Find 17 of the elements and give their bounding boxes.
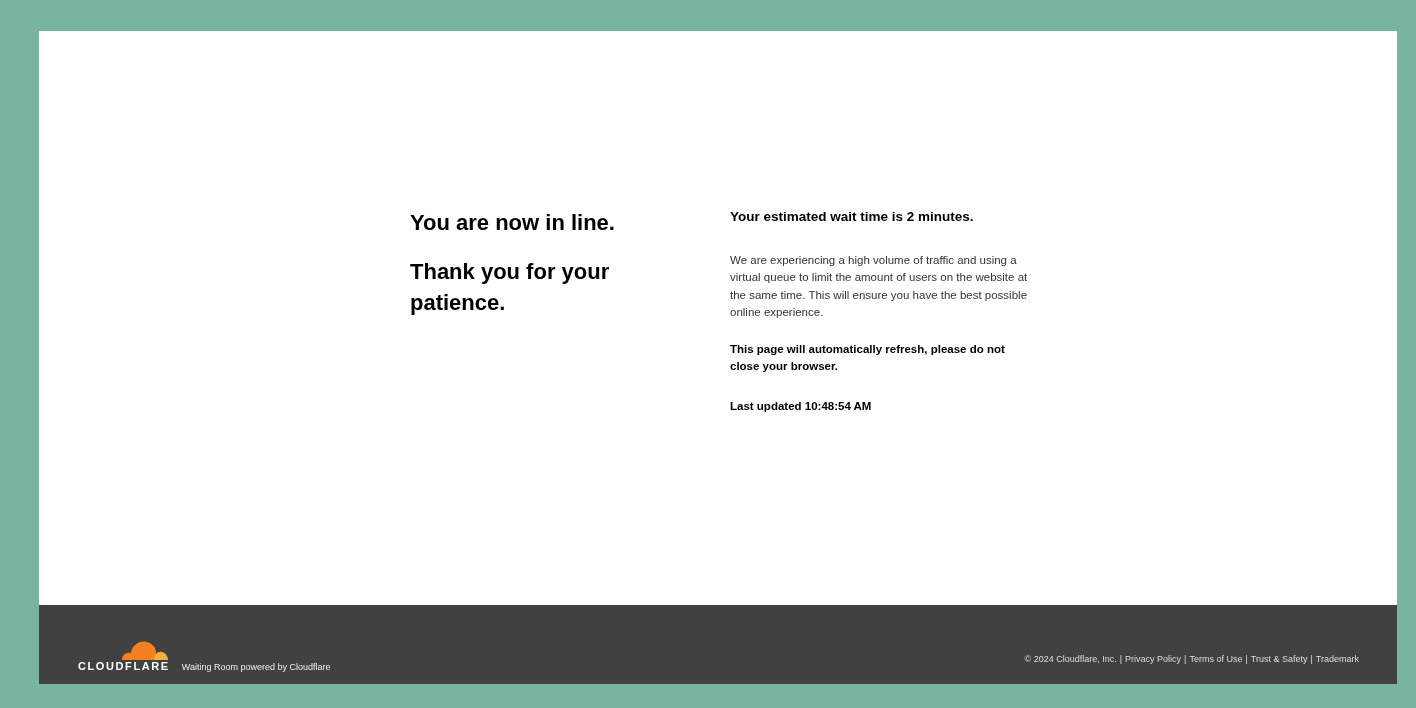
message-paragraph: We are experiencing a high volume of traffic and using a virtual queue to limit the amount of users on the website at the same time. This will ensure you have the best possible online experience. [730,253,1029,320]
heading: You are now in line. [410,209,616,237]
separator-text: | [1245,653,1248,664]
footer-link[interactable]: Trademark [1315,653,1359,664]
separator-text: | [1310,653,1313,664]
last-updated-text: Last updated 10:48:54 AM [730,398,873,414]
heading: Thank you for your patience. [410,258,611,317]
footer-link[interactable]: Terms of Use [1189,653,1243,664]
tagline-text: Waiting Room powered by Cloudflare [181,661,331,672]
separator-text: | [1184,653,1187,664]
copyright-text: © 2024 Cloudflare, Inc. [1024,653,1117,664]
refresh-notice: This page will automatically refresh, please do not close your browser. [730,342,1006,375]
logo-text: CLOUDFLARE [78,659,170,672]
separator-text: | [1119,653,1123,664]
wait-time-text: Your estimated wait time is 2 minutes. [730,209,975,224]
footer-link[interactable]: Privacy Policy [1125,653,1182,664]
footer-link[interactable]: Trust & Safety [1250,653,1308,664]
